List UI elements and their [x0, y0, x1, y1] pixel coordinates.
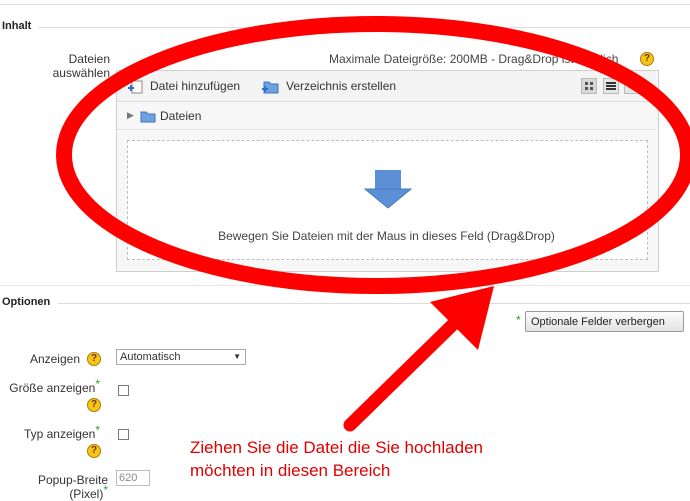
display-select-value: Automatisch — [120, 351, 181, 363]
files-label-line1: Dateien — [68, 52, 110, 66]
annotation-arrow-head — [430, 286, 494, 350]
folder-plus-icon — [262, 81, 279, 94]
show-size-label-text: Größe anzeigen — [9, 381, 96, 395]
help-icon[interactable]: ? — [87, 444, 101, 458]
annotation-arrow-shaft — [343, 293, 485, 432]
help-icon[interactable]: ? — [87, 398, 101, 412]
add-file-button[interactable]: Datei hinzufügen — [128, 79, 240, 94]
top-edge — [0, 0, 690, 5]
help-icon[interactable]: ? — [640, 52, 654, 66]
tree-icon — [627, 82, 637, 88]
folder-icon — [140, 111, 156, 123]
view-list-button[interactable] — [603, 78, 619, 94]
drop-hint: Bewegen Sie Dateien mit der Maus in dies… — [218, 229, 555, 243]
popup-width-label: Popup-Breite (Pixel)* — [0, 473, 108, 501]
create-folder-label: Verzeichnis erstellen — [286, 79, 397, 93]
section-divider — [38, 27, 690, 28]
required-marker: * — [95, 423, 100, 437]
files-label-line2: auswählen — [52, 66, 110, 80]
add-file-icon — [128, 80, 143, 94]
popup-width-label-line2: (Pixel) — [69, 487, 104, 501]
popup-width-input[interactable]: 620 — [116, 470, 150, 486]
help-icon[interactable]: ? — [87, 352, 101, 366]
add-file-label: Datei hinzufügen — [150, 79, 241, 93]
list-icon — [606, 82, 616, 90]
drop-arrow-icon — [363, 170, 413, 213]
files-label: Dateien auswählen — [40, 52, 110, 80]
show-type-checkbox[interactable] — [118, 429, 129, 440]
max-size-text: Maximale Dateigröße: 200MB - Drag&Drop i… — [329, 52, 619, 66]
view-icons-button[interactable] — [581, 78, 597, 94]
view-tree-button[interactable] — [624, 78, 640, 94]
grid-icon — [585, 82, 593, 90]
hide-optional-fields-button[interactable]: Optionale Felder verbergen — [525, 311, 684, 332]
breadcrumb-folder[interactable]: Dateien — [140, 109, 201, 123]
show-size-checkbox[interactable] — [118, 385, 129, 396]
required-marker: * — [95, 377, 100, 391]
required-marker: * — [103, 483, 108, 497]
expand-triangle-icon[interactable]: ▶ — [127, 110, 134, 121]
create-folder-button[interactable]: Verzeichnis erstellen — [262, 78, 396, 94]
chevron-down-icon: ▼ — [233, 352, 241, 361]
display-label: Anzeigen — [29, 352, 80, 366]
annotation-text: Ziehen Sie die Datei die Sie hochladen m… — [190, 436, 483, 482]
annotation-line2: möchten in diesen Bereich — [190, 461, 391, 480]
show-size-label: Größe anzeigen* — [0, 377, 100, 395]
section-legend-optionen: Optionen — [2, 296, 51, 308]
required-marker: * — [516, 313, 521, 327]
annotation-line1: Ziehen Sie die Datei die Sie hochladen — [190, 438, 483, 457]
popup-width-label-line1: Popup-Breite — [37, 473, 108, 487]
breadcrumb-folder-label: Dateien — [160, 109, 202, 123]
show-type-label: Typ anzeigen* — [0, 423, 100, 441]
section-divider — [58, 303, 690, 304]
section-legend-inhalt: Inhalt — [2, 20, 32, 32]
section-divider — [0, 285, 690, 286]
display-select[interactable]: Automatisch ▼ — [116, 349, 246, 365]
show-type-label-text: Typ anzeigen — [23, 427, 96, 441]
